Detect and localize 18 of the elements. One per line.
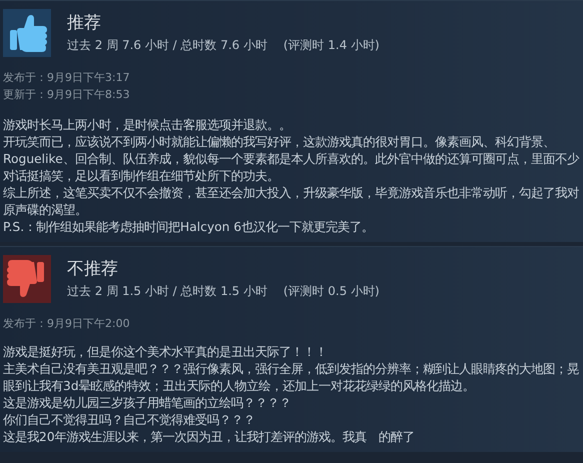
- playtime-text: 过去 2 周 7.6 小时 / 总时数 7.6 小时: [67, 37, 268, 53]
- playtime-text: 过去 2 周 1.5 小时 / 总时数 1.5 小时: [67, 283, 268, 299]
- review-paragraph: 主美术自己没有美丑观是吧？？？强行像素风，强行全屏，低到发指的分辨率；糊到让人眼睛疼的大地图；晃眼到让我有3d晕眩感的特效；丑出天际的人物立绘，还加上一对花花绿绿的风格化描边。: [3, 361, 579, 395]
- review-verdict: 不推荐: [67, 259, 119, 279]
- review-paragraph: 综上所述，这笔买卖不仅不会撤资，甚至还会加大投入，升级豪华版，毕竟游戏音乐也非常动听，勾起了我对原声碟的渴望。: [3, 185, 579, 219]
- date-text: 发布于：9月9日下午3:17: [3, 70, 131, 86]
- review-paragraph: 游戏是挺好玩，但是你这个美术水平真的是丑出天际了！！！: [3, 344, 328, 361]
- review-paragraph: 你们自己不觉得丑吗？自己不觉得难受吗？？？: [3, 412, 256, 429]
- review-paragraph: 这是游戏是幼儿园三岁孩子用蜡笔画的立绘吗？？？？: [3, 395, 292, 412]
- review-paragraph: 这是我20年游戏生涯以来，第一次因为丑，让我打差评的游戏。我真 的醉了: [3, 429, 416, 446]
- date-text: 发布于：9月9日下午2:00: [3, 316, 131, 332]
- review-playtime-text: (评测时 1.4 小时): [283, 37, 380, 53]
- review-paragraph: 开玩笑而已，应该说不到两小时就能让偏懒的我写好评，这款游戏真的很对胃口。像素画风、科幻背景、Roguelike、回合制、队伍养成，貌似每一个要素都是本人所喜欢的。此外官中做的还算可圈可点，里面不少对话挺搞笑，足以看到制作组在细节处所下的功夫。: [3, 134, 579, 185]
- review-playtime-text: (评测时 0.5 小时): [283, 283, 380, 299]
- review-paragraph: 游戏时长马上两小时，是时候点击客服选项并退款。。: [3, 117, 292, 134]
- date-text: 更新于：9月9日下午8:53: [3, 87, 131, 103]
- review-paragraph: P.S.：制作组如果能考虑抽时间把Halcyon 6也汉化一下就更完美了。: [3, 219, 374, 236]
- review-verdict: 推荐: [67, 13, 102, 33]
